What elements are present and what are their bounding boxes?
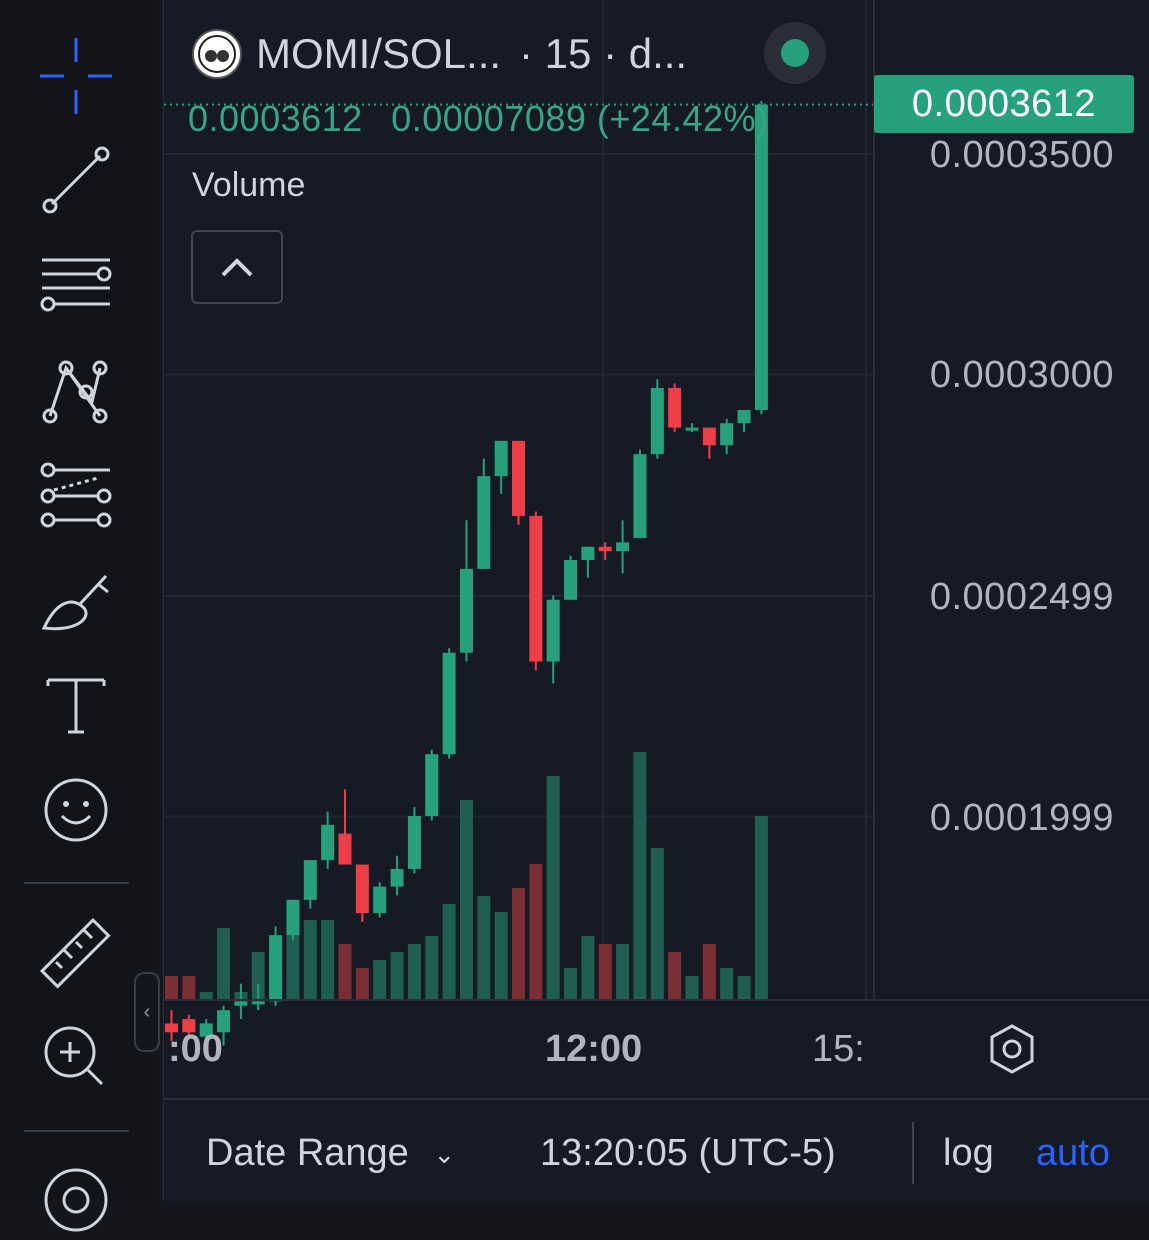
candle-down[interactable] xyxy=(338,833,352,865)
price-axis-label: 0.0001999 xyxy=(929,797,1114,839)
market-status-indicator[interactable] xyxy=(764,22,826,84)
timezone-clock[interactable]: 13:20:05 (UTC-5) xyxy=(540,1132,836,1175)
candle-up[interactable] xyxy=(373,886,387,914)
candle-up[interactable] xyxy=(407,816,421,869)
candle-down[interactable] xyxy=(598,546,612,552)
collapse-legend-button[interactable] xyxy=(191,230,283,304)
candle-up[interactable] xyxy=(251,1001,265,1005)
last-price-label: 0.0003612 xyxy=(874,75,1134,133)
volume-bar xyxy=(459,800,473,1000)
volume-bar xyxy=(598,944,612,1000)
candle-up[interactable] xyxy=(546,599,560,662)
volume-bar xyxy=(720,968,734,1000)
symbol-header[interactable]: MOMI/SOL... · 15 · d... xyxy=(192,24,687,84)
volume-bar xyxy=(199,992,213,1000)
volume-bar xyxy=(303,920,317,1000)
candle-down[interactable] xyxy=(529,515,543,662)
volume-bar xyxy=(529,864,543,1000)
volume-bar xyxy=(512,888,525,1000)
interval-text[interactable]: · 15 · d... xyxy=(519,30,687,78)
candle-up[interactable] xyxy=(390,868,404,887)
candle-up[interactable] xyxy=(564,560,578,600)
candle-up[interactable] xyxy=(720,423,734,446)
ohlc-values: 0.0003612 0.00007089 (+24.42%) xyxy=(188,98,769,140)
date-range-button[interactable]: Date Range ⌄ xyxy=(206,1132,455,1175)
candle-up[interactable] xyxy=(581,546,595,561)
volume-bar xyxy=(321,920,335,1000)
volume-bar xyxy=(633,752,647,1000)
token-logo xyxy=(192,29,242,79)
volume-bar xyxy=(442,904,456,1000)
ohlc-price: 0.0003612 xyxy=(188,98,363,139)
symbol-name[interactable]: MOMI/SOL... xyxy=(256,30,501,78)
candle-up[interactable] xyxy=(269,935,283,1002)
volume-bar xyxy=(390,952,404,1000)
volume-bar xyxy=(546,776,560,1000)
volume-bar xyxy=(407,944,421,1000)
candle-up[interactable] xyxy=(477,476,491,569)
candle-up[interactable] xyxy=(737,409,751,424)
volume-bar xyxy=(182,976,196,1000)
time-axis-label: 15: xyxy=(812,1028,865,1070)
chart-settings-icon[interactable] xyxy=(986,1020,1038,1078)
volume-bar xyxy=(165,976,178,1000)
candle-up[interactable] xyxy=(303,860,317,900)
candle-down[interactable] xyxy=(355,864,369,914)
candle-up[interactable] xyxy=(685,427,699,431)
volume-bar xyxy=(685,976,699,1000)
status-dot-icon xyxy=(781,39,809,67)
volume-bar xyxy=(616,944,630,1000)
time-axis-label: 12:00 xyxy=(545,1028,643,1070)
bottom-divider xyxy=(912,1122,914,1184)
volume-bar xyxy=(477,896,491,1000)
log-scale-button[interactable]: log xyxy=(943,1132,994,1175)
price-axis-label: 0.0003500 xyxy=(929,134,1114,176)
volume-bar xyxy=(564,968,578,1000)
ohlc-change: 0.00007089 (+24.42%) xyxy=(391,98,769,139)
volume-indicator-label[interactable]: Volume xyxy=(192,166,305,205)
volume-bar xyxy=(338,944,352,1000)
volume-bar xyxy=(702,944,716,1000)
volume-bar xyxy=(355,968,369,1000)
price-axis-label: 0.0003000 xyxy=(929,354,1114,396)
candle-up[interactable] xyxy=(650,387,664,455)
volume-bar xyxy=(425,936,439,1000)
candle-up[interactable] xyxy=(286,899,300,936)
candle-up[interactable] xyxy=(616,542,630,552)
volume-bar xyxy=(581,936,595,1000)
volume-bar xyxy=(668,952,682,1000)
candle-up[interactable] xyxy=(494,440,508,477)
auto-scale-button[interactable]: auto xyxy=(1036,1132,1110,1175)
candle-up[interactable] xyxy=(425,754,439,816)
candle-down[interactable] xyxy=(512,440,525,516)
candle-up[interactable] xyxy=(321,824,335,861)
volume-bar xyxy=(754,816,768,1000)
volume-bar xyxy=(494,912,508,1000)
volume-bar xyxy=(650,848,664,1000)
date-range-label: Date Range xyxy=(206,1132,409,1174)
chevron-up-icon xyxy=(221,258,253,277)
volume-bar xyxy=(737,976,751,1000)
price-axis-label: 0.0002499 xyxy=(929,576,1114,618)
volume-bar xyxy=(217,928,231,1000)
candle-up[interactable] xyxy=(442,652,456,755)
chevron-down-icon: ⌄ xyxy=(433,1139,456,1170)
candle-up[interactable] xyxy=(459,568,473,653)
candle-up[interactable] xyxy=(234,1001,248,1006)
volume-bar xyxy=(373,960,387,1000)
time-axis-label: :00 xyxy=(168,1028,223,1070)
candle-up[interactable] xyxy=(754,104,768,410)
candle-up[interactable] xyxy=(633,454,647,538)
candle-down[interactable] xyxy=(668,387,682,428)
candle-down[interactable] xyxy=(702,427,716,446)
